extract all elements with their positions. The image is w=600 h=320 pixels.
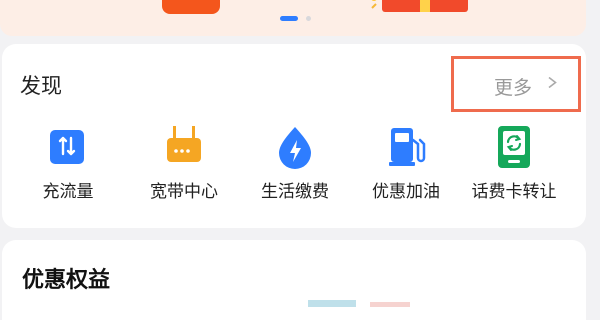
- service-label: 宽带中心: [150, 182, 218, 202]
- phone-card-transfer-icon: [498, 126, 530, 168]
- service-item-utility-bill[interactable]: 生活缴费: [245, 118, 345, 208]
- service-label: 优惠加油: [372, 182, 440, 202]
- gift-box-icon: [371, 0, 468, 12]
- service-item-fuel[interactable]: 优惠加油: [356, 118, 456, 208]
- benefit-thumbnail[interactable]: [370, 302, 410, 307]
- utility-bill-icon: [279, 127, 311, 169]
- benefits-title: 优惠权益: [22, 268, 111, 293]
- more-link[interactable]: 更多: [494, 73, 532, 100]
- fuel-pump-icon: [389, 128, 426, 166]
- service-item-broadband[interactable]: 宽带中心: [134, 118, 234, 208]
- data-topup-icon: [50, 130, 84, 164]
- service-label: 生活缴费: [261, 182, 329, 202]
- service-item-phone-card-transfer[interactable]: 话费卡转让: [464, 118, 564, 208]
- discover-title: 发现: [20, 74, 62, 98]
- service-item-data-topup[interactable]: 充流量: [18, 118, 118, 208]
- benefit-thumbnail[interactable]: [308, 300, 356, 307]
- chevron-right-icon[interactable]: [547, 77, 558, 88]
- promo-banner-button[interactable]: [162, 0, 220, 14]
- pagination-dot: [306, 16, 311, 21]
- broadband-router-icon: [167, 126, 201, 162]
- pagination-dot-active: [280, 16, 298, 21]
- service-label: 充流量: [42, 182, 94, 202]
- service-label: 话费卡转让: [471, 182, 557, 202]
